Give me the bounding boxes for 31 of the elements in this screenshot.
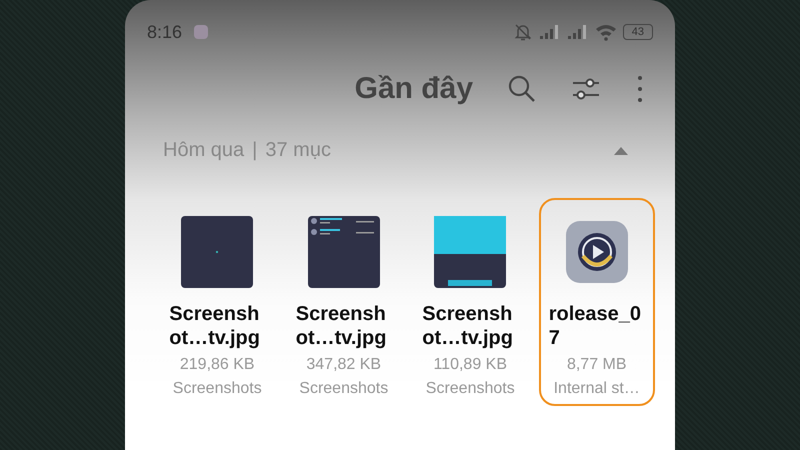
file-item[interactable]: Screenshot…tv.jpg 347,82 KB Screenshots [288, 198, 400, 398]
file-location: Screenshots [426, 380, 515, 398]
file-size: 8,77 MB [566, 356, 627, 374]
file-name: rolease_07 [548, 302, 642, 350]
file-location: Screenshots [299, 380, 388, 398]
file-item[interactable]: Screenshot…tv.jpg 110,89 KB Screenshots [414, 198, 526, 398]
more-icon [635, 74, 645, 104]
file-name: Screenshot…tv.jpg [169, 302, 261, 350]
notification-icon [194, 25, 208, 39]
section-count: 37 mục [265, 139, 331, 162]
battery-level: 43 [622, 24, 653, 40]
status-time: 8:16 [147, 22, 182, 42]
file-item[interactable]: rolease_07 8,77 MB Internal st… [540, 198, 653, 398]
app-icon [566, 221, 628, 283]
page-title: Gần đây [354, 72, 473, 106]
signal-icon [538, 24, 561, 40]
file-name: Screenshot…tv.jpg [296, 302, 388, 350]
section-date: Hôm qua [163, 139, 244, 162]
file-size: 110,89 KB [433, 356, 508, 374]
file-name: Screenshot…tv.jpg [422, 302, 514, 350]
file-item[interactable]: Screenshot…tv.jpg 219,86 KB Screenshots [161, 198, 274, 398]
caret-icon [613, 146, 629, 156]
file-size: 219,86 KB [180, 356, 255, 374]
section-separator: | [252, 139, 258, 162]
signal-icon [566, 24, 589, 40]
bell-muted-icon [512, 22, 533, 42]
search-icon [507, 74, 537, 104]
file-size: 347,82 KB [306, 356, 382, 374]
file-location: Screenshots [172, 380, 262, 398]
wifi-icon [594, 23, 617, 41]
file-location: Internal st… [554, 380, 640, 398]
